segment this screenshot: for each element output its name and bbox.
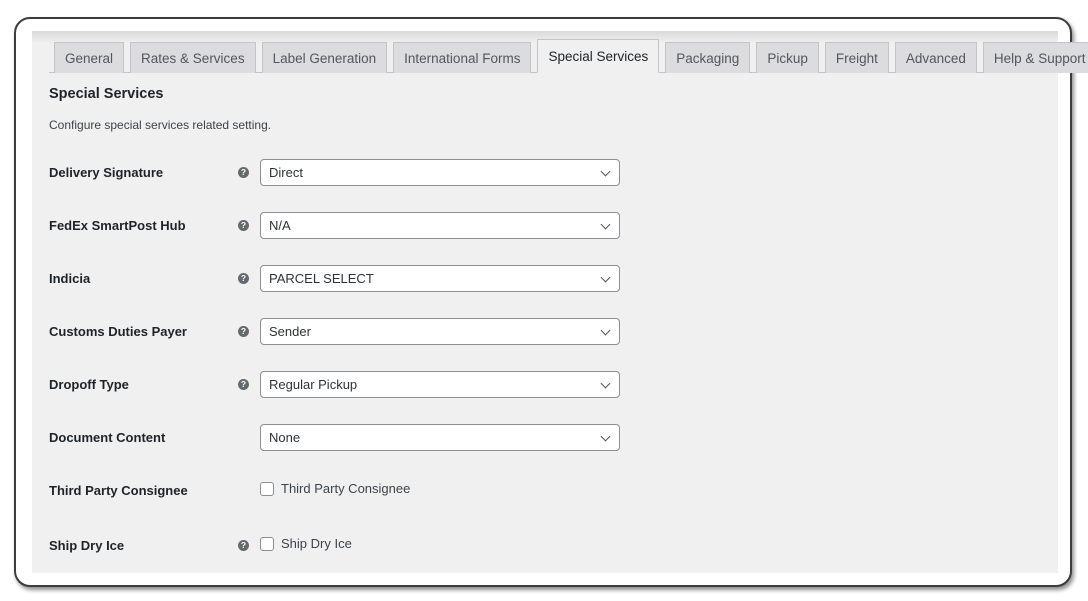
ship-dry-ice-option[interactable]: Ship Dry Ice (260, 536, 352, 551)
smartpost-hub-value: N/A (269, 218, 291, 233)
customs-duties-payer-value: Sender (269, 324, 311, 339)
dropoff-type-value: Regular Pickup (269, 377, 358, 392)
dropoff-type-row: Dropoff Type ? Regular Pickup (49, 371, 749, 399)
chevron-down-icon (600, 166, 611, 177)
third-party-consignee-label: Third Party Consignee (49, 483, 188, 498)
help-icon[interactable]: ? (238, 379, 249, 390)
indicia-label: Indicia (49, 271, 91, 286)
tab-pickup[interactable]: Pickup (756, 42, 819, 73)
help-icon[interactable]: ? (238, 220, 249, 231)
third-party-consignee-checkbox-label[interactable]: Third Party Consignee (281, 481, 410, 496)
tab-international-forms[interactable]: International Forms (393, 42, 532, 73)
smartpost-hub-label: FedEx SmartPost Hub (49, 218, 186, 233)
document-content-label: Document Content (49, 430, 166, 445)
tab-packaging[interactable]: Packaging (665, 42, 751, 73)
smartpost-hub-select[interactable]: N/A (260, 212, 620, 239)
delivery-signature-select[interactable]: Direct (260, 159, 620, 186)
customs-duties-payer-select[interactable]: Sender (260, 318, 620, 345)
dropoff-type-select[interactable]: Regular Pickup (260, 371, 620, 398)
chevron-down-icon (600, 431, 611, 442)
third-party-consignee-option[interactable]: Third Party Consignee (260, 481, 410, 496)
tab-general[interactable]: General (54, 42, 125, 73)
indicia-value: PARCEL SELECT (269, 271, 374, 286)
document-content-select[interactable]: None (260, 424, 620, 451)
chevron-down-icon (600, 219, 611, 230)
indicia-select[interactable]: PARCEL SELECT (260, 265, 620, 292)
customs-duties-payer-label: Customs Duties Payer (49, 324, 187, 339)
delivery-signature-value: Direct (269, 165, 303, 180)
settings-tabs: General Rates & Services Label Generatio… (49, 39, 1088, 73)
help-icon[interactable]: ? (238, 540, 249, 551)
help-icon[interactable]: ? (238, 326, 249, 337)
tab-rates-services[interactable]: Rates & Services (130, 42, 256, 73)
help-icon[interactable]: ? (238, 273, 249, 284)
document-content-value: None (269, 430, 301, 445)
ship-dry-ice-label: Ship Dry Ice (49, 538, 125, 553)
ship-dry-ice-checkbox[interactable] (260, 536, 274, 551)
section-title: Special Services (49, 86, 164, 102)
tab-help-support[interactable]: Help & Support (982, 42, 1088, 73)
chevron-down-icon (600, 325, 611, 336)
settings-panel: General Rates & Services Label Generatio… (32, 31, 1088, 573)
delivery-signature-row: Delivery Signature ? Direct (49, 159, 749, 187)
chevron-down-icon (600, 272, 611, 283)
dropoff-type-label: Dropoff Type (49, 377, 129, 392)
tab-special-services[interactable]: Special Services (537, 39, 660, 73)
tab-label-generation[interactable]: Label Generation (261, 42, 388, 73)
document-content-row: Document Content None (49, 424, 749, 452)
customs-duties-payer-row: Customs Duties Payer ? Sender (49, 318, 749, 346)
help-icon[interactable]: ? (238, 167, 249, 178)
tab-freight[interactable]: Freight (824, 42, 889, 73)
chevron-down-icon (600, 378, 611, 389)
smartpost-hub-row: FedEx SmartPost Hub ? N/A (49, 212, 749, 240)
indicia-row: Indicia ? PARCEL SELECT (49, 265, 749, 293)
tab-advanced[interactable]: Advanced (894, 42, 977, 73)
third-party-consignee-row: Third Party Consignee Third Party Consig… (49, 477, 749, 505)
third-party-consignee-checkbox[interactable] (260, 481, 274, 496)
ship-dry-ice-checkbox-label[interactable]: Ship Dry Ice (281, 536, 352, 551)
ship-dry-ice-row: Ship Dry Ice ? Ship Dry Ice (49, 532, 749, 560)
section-description: Configure special services related setti… (49, 118, 272, 132)
delivery-signature-label: Delivery Signature (49, 165, 164, 180)
